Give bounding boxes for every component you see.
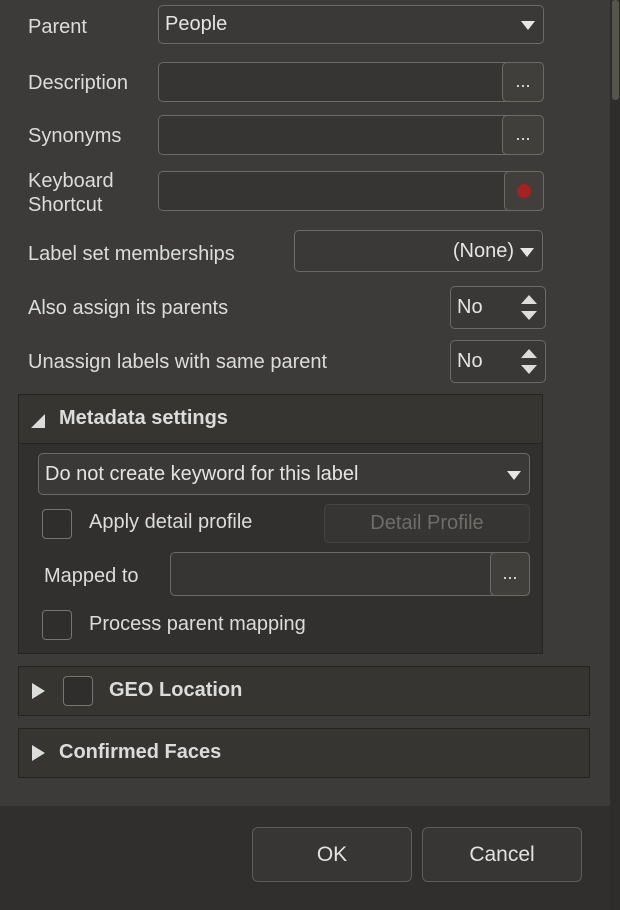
expand-triangle-icon[interactable] (32, 745, 45, 761)
spin-down-icon[interactable] (521, 365, 537, 374)
parent-label: Parent (28, 16, 87, 38)
synonyms-label: Synonyms (28, 125, 122, 147)
synonyms-input[interactable]: ... (158, 115, 544, 155)
parent-dropdown[interactable]: People (158, 5, 544, 44)
spin-up-icon[interactable] (521, 349, 537, 358)
description-input[interactable]: ... (158, 62, 544, 102)
expand-triangle-icon[interactable] (32, 683, 45, 699)
unassign-label: Unassign labels with same parent (28, 351, 328, 373)
synonyms-more-button[interactable]: ... (502, 115, 544, 155)
label-properties-dialog: Parent People Description ... Synonyms .… (0, 0, 610, 910)
chevron-down-icon (521, 21, 535, 30)
confirmed-faces-panel[interactable]: Confirmed Faces (18, 728, 590, 778)
spin-down-icon[interactable] (521, 311, 537, 320)
mapped-to-label: Mapped to (44, 565, 139, 587)
chevron-down-icon (507, 471, 521, 480)
keyword-option-dropdown[interactable]: Do not create keyword for this label (38, 453, 530, 495)
keyboard-shortcut-input[interactable] (158, 171, 544, 211)
cancel-button[interactable]: Cancel (422, 827, 582, 882)
process-parent-checkbox[interactable] (42, 610, 72, 640)
metadata-settings-title: Metadata settings (59, 407, 228, 429)
unassign-value: No (457, 350, 483, 372)
label-set-label: Label set memberships (28, 243, 235, 265)
metadata-settings-header[interactable]: Metadata settings (19, 395, 542, 444)
dialog-footer: OK Cancel (0, 806, 610, 910)
apply-detail-label: Apply detail profile (89, 511, 253, 533)
chevron-down-icon (520, 248, 534, 257)
mapped-to-more-button[interactable]: ... (490, 552, 530, 596)
geo-location-checkbox[interactable] (63, 676, 93, 706)
also-assign-spinbox[interactable]: No (450, 286, 546, 329)
also-assign-value: No (457, 296, 483, 318)
label-set-value: (None) (452, 240, 514, 262)
scrollbar-thumb[interactable] (612, 0, 619, 100)
collapse-triangle-icon[interactable] (31, 414, 45, 428)
keyboard-shortcut-label-line2: Shortcut (28, 194, 103, 216)
record-shortcut-button[interactable] (504, 171, 544, 211)
geo-location-panel[interactable]: GEO Location (18, 666, 590, 716)
description-label: Description (28, 72, 129, 94)
unassign-spinbox[interactable]: No (450, 340, 546, 383)
keyboard-shortcut-label: Keyboard Shortcut (28, 169, 114, 217)
ok-button[interactable]: OK (252, 827, 412, 882)
apply-detail-checkbox[interactable] (42, 509, 72, 539)
metadata-settings-panel: Metadata settings Do not create keyword … (18, 394, 543, 654)
detail-profile-button[interactable]: Detail Profile (324, 504, 530, 543)
geo-location-title: GEO Location (109, 679, 243, 701)
parent-value: People (165, 13, 228, 35)
record-icon (517, 184, 531, 198)
also-assign-label: Also assign its parents (28, 297, 229, 319)
keyboard-shortcut-label-line1: Keyboard (28, 170, 114, 192)
confirmed-faces-title: Confirmed Faces (59, 741, 222, 763)
label-set-dropdown[interactable]: (None) (294, 230, 543, 272)
process-parent-label: Process parent mapping (89, 613, 306, 635)
spin-up-icon[interactable] (521, 295, 537, 304)
scrollbar-track[interactable] (610, 0, 620, 910)
keyword-option-value: Do not create keyword for this label (45, 463, 359, 485)
mapped-to-input[interactable]: ... (170, 552, 530, 596)
description-more-button[interactable]: ... (502, 62, 544, 102)
